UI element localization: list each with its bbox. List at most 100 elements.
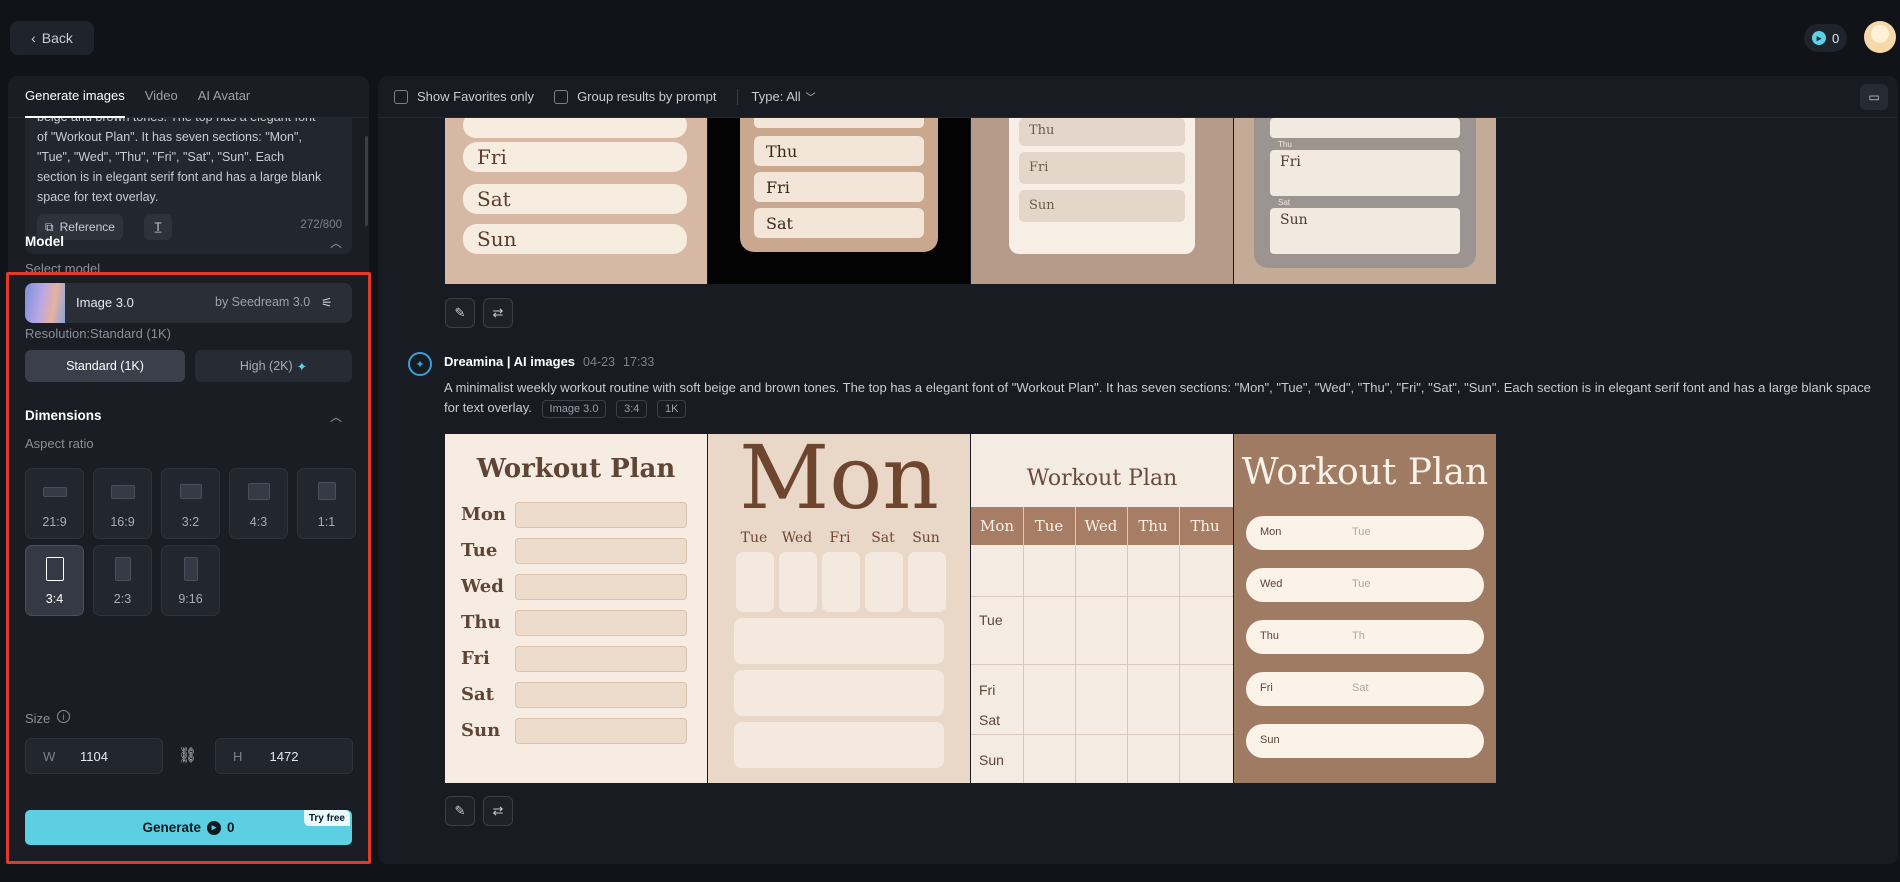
select-model-label: Select model — [25, 261, 101, 276]
regenerate-button[interactable]: ⇄ — [483, 796, 513, 826]
height-input[interactable]: H 1472 — [215, 738, 353, 774]
checkbox-box — [394, 89, 408, 104]
day-label: Sun — [1260, 734, 1280, 746]
generate-panel: Generate images Video AI Avatar beige an… — [8, 76, 369, 864]
grid-line — [1075, 507, 1076, 783]
grid-line — [1127, 507, 1128, 783]
resolution-high-button[interactable]: High (2K) ✦ — [195, 350, 352, 382]
ratio-4-3[interactable]: 4:3 — [229, 468, 288, 539]
ratio-label: 4:3 — [249, 515, 268, 529]
blank-box — [736, 552, 774, 612]
group-label: Group results by prompt — [577, 89, 717, 104]
edit-button[interactable]: ✎ — [445, 796, 475, 826]
day-label: Mon — [461, 504, 507, 525]
day-label: Fri — [829, 530, 851, 546]
day-pill: Sun — [1270, 208, 1460, 254]
aspect-ratio-label: Aspect ratio — [25, 436, 94, 451]
ratio-label: 2:3 — [113, 592, 132, 606]
generate-button[interactable]: Generate ▸ 0 Try free — [25, 810, 352, 845]
group-checkbox[interactable]: Group results by prompt — [554, 89, 717, 104]
day-label: Thu — [461, 612, 501, 633]
back-label: Back — [41, 30, 73, 46]
avatar[interactable] — [1864, 21, 1896, 53]
folder-icon[interactable]: ▭ — [1860, 84, 1888, 110]
type-dropdown[interactable]: Type: All ﹀ — [752, 89, 816, 104]
day-pill: Sun — [463, 224, 687, 254]
credits-badge[interactable]: ▸ 0 — [1804, 24, 1848, 52]
generation-date: 04-23 — [583, 354, 616, 369]
favorites-checkbox[interactable]: Show Favorites only — [394, 89, 534, 104]
chevron-up-icon[interactable]: ︿ — [330, 408, 342, 425]
res-standard-label: Standard (1K) — [66, 359, 144, 373]
info-icon[interactable]: i — [57, 710, 70, 723]
repeat-icon: ⇄ — [492, 305, 504, 320]
day-pill: Thu — [1019, 118, 1185, 146]
blank-box — [515, 610, 687, 636]
ratio-21-9[interactable]: 21:9 — [25, 468, 84, 539]
pencil-icon: ✎ — [454, 803, 466, 818]
sliders-icon[interactable]: ⚟ — [321, 295, 333, 311]
model-selector[interactable]: Image 3.0 by Seedream 3.0 ⚟ — [25, 283, 352, 323]
credit-coin-icon: ▸ — [1812, 31, 1826, 45]
day-small-label: Thu — [1278, 140, 1292, 149]
width-input[interactable]: W 1104 — [25, 738, 163, 774]
result-image[interactable]: Thu Fri Sun — [971, 118, 1233, 284]
result-image[interactable]: Fri Sat Sun — [445, 118, 707, 284]
link-icon[interactable]: ⛓ — [178, 746, 197, 764]
blank-box — [515, 538, 687, 564]
blank-box — [779, 552, 817, 612]
result-image[interactable]: Mon Tue Wed Fri Sat Sun — [708, 434, 970, 783]
ratio-shape — [180, 484, 202, 499]
day-label: Thu — [1260, 630, 1279, 642]
checkbox-box — [554, 89, 569, 104]
dreamina-logo-icon: ✦ — [408, 352, 432, 376]
blank-box — [515, 682, 687, 708]
back-button[interactable]: ‹ Back — [10, 21, 94, 55]
edit-button[interactable]: ✎ — [445, 298, 475, 328]
panel-scrollbar[interactable] — [365, 136, 368, 226]
tab-video[interactable]: Video — [145, 88, 178, 118]
day-pill — [1270, 118, 1460, 138]
table-header-cell: Thu — [1190, 517, 1220, 535]
blank-box — [515, 502, 687, 528]
day-pill: Sat — [754, 208, 924, 238]
generate-label: Generate — [142, 820, 201, 835]
day-label-faint: Tue — [1352, 578, 1371, 590]
tab-generate-images[interactable]: Generate images — [25, 88, 125, 118]
generation-header: Dreamina | AI images 04-23 17:33 — [444, 354, 654, 369]
ratio-1-1[interactable]: 1:1 — [297, 468, 356, 539]
ratio-3-4[interactable]: 3:4 — [25, 545, 84, 616]
chevron-up-icon[interactable]: ︿ — [330, 234, 342, 251]
resolution-standard-button[interactable]: Standard (1K) — [25, 350, 185, 382]
result-image[interactable]: Workout Plan Mon Tue Wed Thu Thu Tue Fri Sat Su… — [971, 434, 1233, 783]
filter-bar: Show Favorites only Group results by pro… — [378, 76, 1898, 118]
char-count: 272/800 — [300, 219, 342, 231]
result-image[interactable]: Thu Fri Sat — [708, 118, 970, 284]
ratio-3-2[interactable]: 3:2 — [161, 468, 220, 539]
pencil-icon: ✎ — [454, 305, 466, 320]
ratio-2-3[interactable]: 2:3 — [93, 545, 152, 616]
text-style-button[interactable]: T̲ — [144, 214, 172, 240]
regenerate-button[interactable]: ⇄ — [483, 298, 513, 328]
day-pill: Fri Sat — [1246, 672, 1484, 706]
height-value: 1472 — [269, 749, 299, 764]
grid-line — [971, 734, 1233, 735]
model-section-title: Model — [25, 234, 64, 249]
table-header-cell: Tue — [1034, 517, 1064, 535]
result-image[interactable]: Workout Plan Mon Tue Wed Tue Thu Th Fri Sat Sun — [1234, 434, 1496, 783]
poster-title: Workout Plan — [476, 454, 676, 484]
results-panel: Show Favorites only Group results by pro… — [378, 76, 1898, 864]
prompt-textarea[interactable]: beige and brown tones. The top has a ele… — [25, 118, 352, 254]
blank-box — [734, 618, 944, 664]
day-label: Sat — [871, 530, 895, 546]
image-add-icon: ⧉ — [45, 219, 54, 234]
blank-box — [822, 552, 860, 612]
resolution-label: Resolution:Standard (1K) — [25, 326, 171, 341]
ratio-shape — [111, 485, 135, 499]
day-label: Mon — [1260, 526, 1282, 538]
ratio-9-16[interactable]: 9:16 — [161, 545, 220, 616]
result-image[interactable]: Workout Plan Mon Tue Wed Thu Fri Sat Sun — [445, 434, 707, 783]
result-image[interactable]: Thu Fri Sat Sun — [1234, 118, 1496, 284]
ratio-16-9[interactable]: 16:9 — [93, 468, 152, 539]
tab-ai-avatar[interactable]: AI Avatar — [198, 88, 251, 118]
